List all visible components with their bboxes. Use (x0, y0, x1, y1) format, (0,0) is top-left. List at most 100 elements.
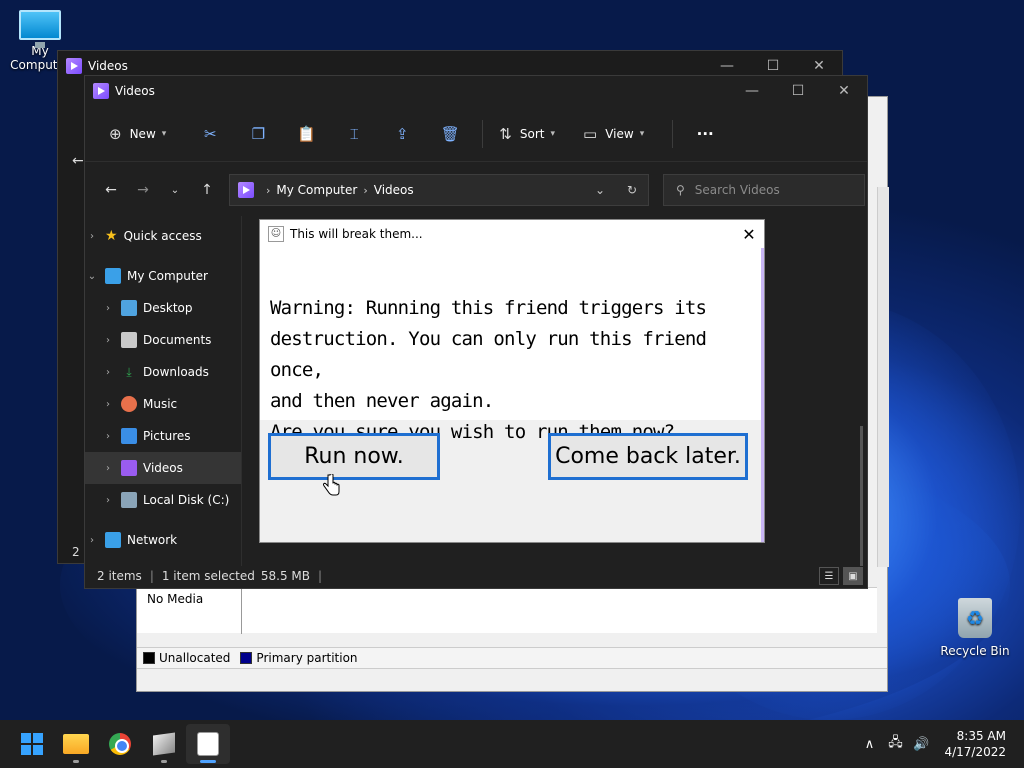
dialog-close-button[interactable]: ✕ (734, 225, 764, 244)
cut-button[interactable]: ✂ (186, 118, 234, 150)
address-bar[interactable]: › My Computer › Videos ⌄ ↻ (229, 174, 649, 206)
nav-label: Local Disk (C:) (143, 493, 230, 507)
share-icon: ⇪ (396, 124, 409, 143)
music-icon (121, 396, 137, 412)
chevron-right-icon: › (266, 183, 271, 197)
forward-arrow-icon[interactable]: → (127, 182, 159, 198)
nav-item-documents[interactable]: › Documents (85, 324, 241, 356)
chevron-down-icon: ▾ (550, 128, 556, 139)
status-divider: | (149, 569, 154, 583)
sort-button[interactable]: ⇅ Sort ▾ (491, 118, 563, 150)
details-view-button[interactable]: ☰ (819, 567, 839, 585)
ellipsis-icon: ··· (696, 124, 714, 143)
navigation-row: ← → ⌄ ↑ › My Computer › Videos ⌄ ↻ ⚲ Sea… (85, 162, 867, 218)
nav-label: Quick access (123, 229, 202, 243)
refresh-icon[interactable]: ↻ (616, 183, 648, 197)
explorer-titlebar[interactable]: Videos — ☐ ✕ (85, 76, 867, 106)
nav-item-downloads[interactable]: › ⤓ Downloads (85, 356, 241, 388)
legend-swatch (240, 652, 253, 664)
chevron-down-icon: ▾ (639, 128, 645, 139)
chevron-right-icon: › (106, 366, 110, 378)
taskbar-file-explorer[interactable] (54, 724, 98, 764)
nav-item-quick-access[interactable]: › ★ Quick access (85, 220, 241, 252)
nav-item-music[interactable]: › Music (85, 388, 241, 420)
network-icon[interactable]: 🖧 (882, 733, 908, 755)
chevron-up-icon[interactable]: ∧ (856, 737, 882, 752)
clock[interactable]: 8:35 AM 4/17/2022 (944, 728, 1006, 760)
scissors-icon: ✂ (204, 124, 217, 143)
paste-button[interactable]: 📋 (282, 118, 330, 150)
system-tray: ∧ 🖧 🔊 8:35 AM 4/17/2022 (856, 728, 1024, 760)
chevron-down-icon: ⌄ (87, 270, 97, 282)
nav-item-network[interactable]: › Network (85, 524, 241, 556)
partition-legend: Unallocated Primary partition (137, 647, 887, 669)
desktop-icon-recycle-bin[interactable]: ♻ Recycle Bin (935, 598, 1015, 658)
sort-arrows-icon: ⇅ (499, 124, 512, 143)
no-media-label: No Media (147, 592, 204, 606)
nav-item-desktop[interactable]: › Desktop (85, 292, 241, 324)
nav-label: Videos (143, 461, 183, 475)
share-button[interactable]: ⇪ (378, 118, 426, 150)
new-button[interactable]: ⊕ New ▾ (101, 118, 174, 150)
folder-icon (63, 734, 89, 754)
minimize-button[interactable]: — (729, 76, 775, 106)
rename-button[interactable]: ⌶ (330, 118, 378, 150)
delete-button[interactable]: 🗑 (426, 118, 474, 150)
back-arrow-icon[interactable]: ← (95, 182, 127, 198)
nav-item-videos[interactable]: › Videos (85, 452, 241, 484)
disk-panel: No Media (137, 587, 877, 634)
taskbar-chrome[interactable] (98, 724, 142, 764)
chevron-right-icon: › (106, 334, 110, 346)
breadcrumb-current[interactable]: Videos (374, 183, 414, 197)
dialog-title: This will break them... (290, 227, 423, 241)
view-button[interactable]: ▭ View ▾ (575, 118, 652, 150)
come-back-later-button[interactable]: Come back later. (548, 433, 748, 480)
sort-label: Sort (519, 126, 545, 141)
view-label: View (605, 126, 634, 141)
pane-divider (241, 216, 242, 566)
toolbar-divider (672, 119, 674, 148)
nav-item-pictures[interactable]: › Pictures (85, 420, 241, 452)
trash-icon: 🗑 (440, 124, 460, 143)
plus-circle-icon: ⊕ (109, 124, 122, 143)
maximize-button[interactable]: ☐ (775, 76, 821, 106)
dialog-titlebar[interactable]: ☺ This will break them... ✕ (260, 220, 764, 248)
selection-size: 58.5 MB (260, 569, 311, 583)
recent-chevron-icon[interactable]: ⌄ (159, 185, 191, 196)
nav-label: Desktop (143, 301, 193, 315)
disk-scrollbar[interactable] (877, 187, 889, 567)
cube-app-icon (153, 732, 175, 756)
command-bar: ⊕ New ▾ ✂ ❐ 📋 ⌶ ⇪ 🗑 ⇅ Sort ▾ ▭ View ▾ ··… (85, 106, 867, 162)
volume-icon[interactable]: 🔊 (908, 737, 934, 752)
view-icon: ▭ (583, 124, 598, 143)
legend-primary: Primary partition (240, 651, 358, 665)
content-scrollbar[interactable] (860, 426, 863, 566)
nav-item-local-disk[interactable]: › Local Disk (C:) (85, 484, 241, 516)
search-box[interactable]: ⚲ Search Videos (663, 174, 865, 206)
computer-icon (105, 268, 121, 284)
dialog-edge-accent (761, 248, 764, 542)
copy-button[interactable]: ❐ (234, 118, 282, 150)
back-arrow-icon[interactable]: ← (72, 153, 84, 169)
chevron-right-icon: › (90, 534, 94, 546)
nav-label: Pictures (143, 429, 191, 443)
start-button[interactable] (10, 724, 54, 764)
clock-time: 8:35 AM (956, 729, 1006, 743)
tiles-view-button[interactable]: ▣ (843, 567, 863, 585)
nav-item-my-computer[interactable]: ⌄ My Computer (85, 260, 241, 292)
chevron-right-icon: › (106, 398, 110, 410)
up-arrow-icon[interactable]: ↑ (191, 182, 223, 198)
download-icon: ⤓ (126, 364, 132, 379)
address-dropdown-icon[interactable]: ⌄ (584, 183, 616, 197)
run-now-button[interactable]: Run now. (268, 433, 440, 480)
videos-folder-icon (93, 83, 109, 99)
friend-app-icon (197, 732, 219, 756)
close-button[interactable]: ✕ (821, 76, 867, 106)
legend-label: Unallocated (159, 651, 231, 665)
breadcrumb-root[interactable]: My Computer (276, 183, 357, 197)
dialog-body: Warning: Running this friend triggers it… (260, 248, 764, 443)
taskbar-app-cube[interactable] (142, 724, 186, 764)
status-bar: 2 items | 1 item selected 58.5 MB | ☰ ▣ (85, 564, 867, 588)
taskbar-friend-app[interactable] (186, 724, 230, 764)
more-options-button[interactable]: ··· (681, 118, 729, 150)
